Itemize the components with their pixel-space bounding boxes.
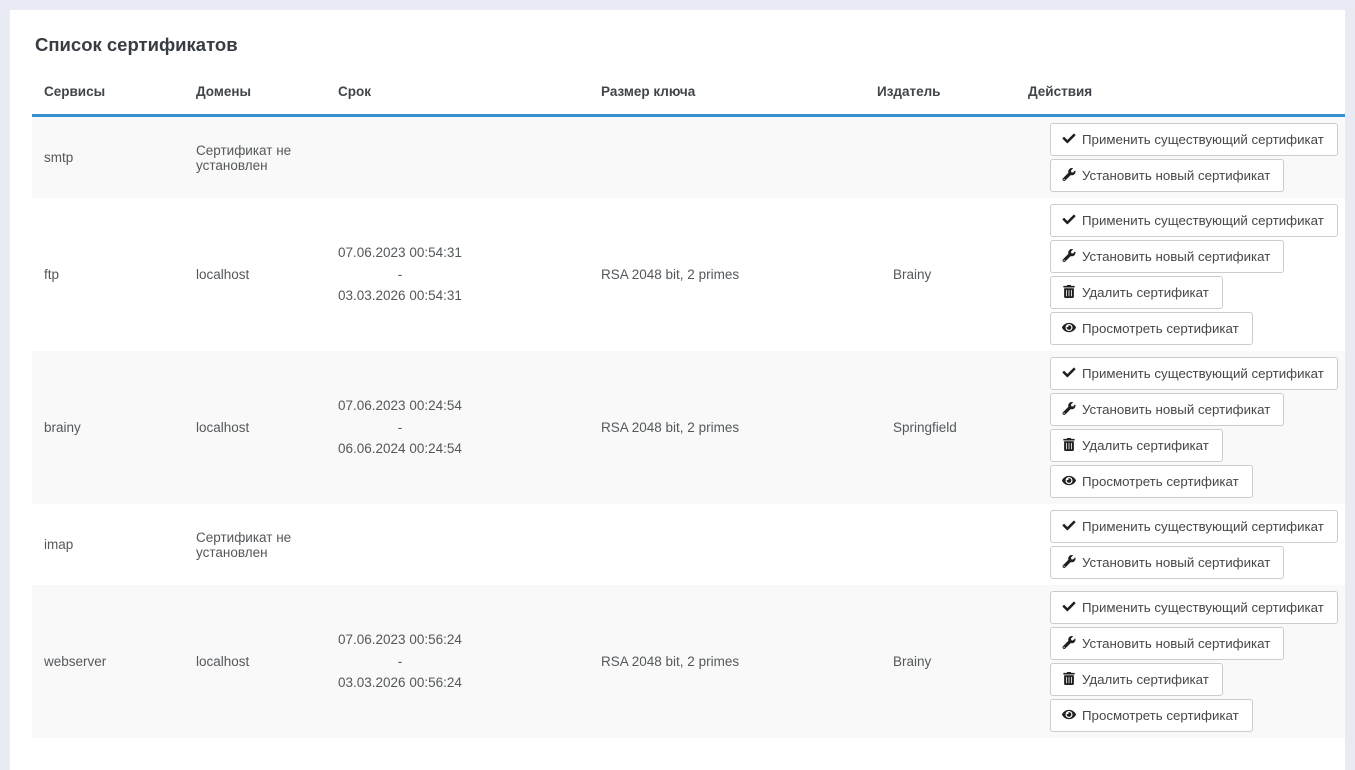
key-size-cell [589,116,865,199]
apply-certificate-button[interactable]: Применить существующий сертификат [1050,123,1338,156]
eye-icon [1062,708,1076,721]
eye-icon [1062,321,1076,334]
button-label: Удалить сертификат [1082,438,1209,453]
wrench-icon [1062,168,1076,181]
term-cell: 07.06.2023 00:56:24-03.03.2026 00:56:24 [326,585,589,738]
term-cell [326,116,589,199]
table-row-brainy: brainylocalhost07.06.2023 00:24:54-06.06… [32,351,1345,504]
domain-cell: localhost [184,585,326,738]
button-label: Установить новый сертификат [1082,402,1270,417]
actions-cell: Применить существующий сертификат Установ… [1016,504,1345,585]
service-cell: webserver [32,585,184,738]
actions-cell: Применить существующий сертификат Установ… [1016,116,1345,199]
service-cell: ftp [32,198,184,351]
actions-cell: Применить существующий сертификат Установ… [1016,585,1345,738]
column-header-domains: Домены [184,84,326,116]
delete-certificate-button[interactable]: Удалить сертификат [1050,429,1223,462]
view-certificate-button[interactable]: Просмотреть сертификат [1050,465,1253,498]
wrench-icon [1062,402,1076,415]
eye-icon [1062,474,1076,487]
certificates-card: Список сертификатов СервисыДоменыСрокРаз… [10,10,1345,770]
issuer-cell [865,116,1016,199]
domain-cell: Сертификат не установлен [184,116,326,199]
service-cell: imap [32,504,184,585]
button-label: Просмотреть сертификат [1082,708,1239,723]
column-header-key-size: Размер ключа [589,84,865,116]
term-cell: 07.06.2023 00:54:31-03.03.2026 00:54:31 [326,198,589,351]
install-certificate-button[interactable]: Установить новый сертификат [1050,240,1284,273]
column-header-actions: Действия [1016,84,1345,116]
term-cell: 07.06.2023 00:24:54-06.06.2024 00:24:54 [326,351,589,504]
apply-certificate-button[interactable]: Применить существующий сертификат [1050,510,1338,543]
issuer-cell: Brainy [865,198,1016,351]
button-label: Применить существующий сертификат [1082,600,1324,615]
trash-icon [1062,285,1076,298]
apply-certificate-button[interactable]: Применить существующий сертификат [1050,204,1338,237]
trash-icon [1062,672,1076,685]
table-row-imap: imapСертификат не установлен Применить су… [32,504,1345,585]
term-cell [326,504,589,585]
check-icon [1062,366,1076,379]
column-header-term: Срок [326,84,589,116]
apply-certificate-button[interactable]: Применить существующий сертификат [1050,357,1338,390]
key-size-cell: RSA 2048 bit, 2 primes [589,198,865,351]
certificates-table: СервисыДоменыСрокРазмер ключаИздательДей… [32,84,1345,738]
domain-cell: Сертификат не установлен [184,504,326,585]
button-label: Просмотреть сертификат [1082,474,1239,489]
domain-cell: localhost [184,198,326,351]
button-label: Применить существующий сертификат [1082,213,1324,228]
check-icon [1062,132,1076,145]
service-cell: smtp [32,116,184,199]
key-size-cell: RSA 2048 bit, 2 primes [589,351,865,504]
column-header-services: Сервисы [32,84,184,116]
delete-certificate-button[interactable]: Удалить сертификат [1050,663,1223,696]
page-title: Список сертификатов [35,34,1345,56]
button-label: Применить существующий сертификат [1082,132,1324,147]
button-label: Применить существующий сертификат [1082,366,1324,381]
wrench-icon [1062,636,1076,649]
actions-cell: Применить существующий сертификат Установ… [1016,198,1345,351]
key-size-cell: RSA 2048 bit, 2 primes [589,585,865,738]
delete-certificate-button[interactable]: Удалить сертификат [1050,276,1223,309]
table-row-webserver: webserverlocalhost07.06.2023 00:56:24-03… [32,585,1345,738]
key-size-cell [589,504,865,585]
view-certificate-button[interactable]: Просмотреть сертификат [1050,699,1253,732]
check-icon [1062,519,1076,532]
button-label: Применить существующий сертификат [1082,519,1324,534]
wrench-icon [1062,555,1076,568]
service-cell: brainy [32,351,184,504]
trash-icon [1062,438,1076,451]
term-dates: 07.06.2023 00:24:54-06.06.2024 00:24:54 [338,395,462,460]
term-dates: 07.06.2023 00:56:24-03.03.2026 00:56:24 [338,629,462,694]
view-certificate-button[interactable]: Просмотреть сертификат [1050,312,1253,345]
issuer-cell: Springfield [865,351,1016,504]
issuer-cell [865,504,1016,585]
column-header-issuer: Издатель [865,84,1016,116]
apply-certificate-button[interactable]: Применить существующий сертификат [1050,591,1338,624]
button-label: Установить новый сертификат [1082,168,1270,183]
issuer-cell: Brainy [865,585,1016,738]
button-label: Установить новый сертификат [1082,555,1270,570]
install-certificate-button[interactable]: Установить новый сертификат [1050,627,1284,660]
button-label: Установить новый сертификат [1082,249,1270,264]
install-certificate-button[interactable]: Установить новый сертификат [1050,546,1284,579]
domain-cell: localhost [184,351,326,504]
table-row-smtp: smtpСертификат не установлен Применить су… [32,116,1345,199]
check-icon [1062,600,1076,613]
table-row-ftp: ftplocalhost07.06.2023 00:54:31-03.03.20… [32,198,1345,351]
button-label: Удалить сертификат [1082,672,1209,687]
install-certificate-button[interactable]: Установить новый сертификат [1050,159,1284,192]
button-label: Просмотреть сертификат [1082,321,1239,336]
table-header: СервисыДоменыСрокРазмер ключаИздательДей… [32,84,1345,116]
wrench-icon [1062,249,1076,262]
install-certificate-button[interactable]: Установить новый сертификат [1050,393,1284,426]
actions-cell: Применить существующий сертификат Установ… [1016,351,1345,504]
term-dates: 07.06.2023 00:54:31-03.03.2026 00:54:31 [338,242,462,307]
check-icon [1062,213,1076,226]
button-label: Установить новый сертификат [1082,636,1270,651]
button-label: Удалить сертификат [1082,285,1209,300]
